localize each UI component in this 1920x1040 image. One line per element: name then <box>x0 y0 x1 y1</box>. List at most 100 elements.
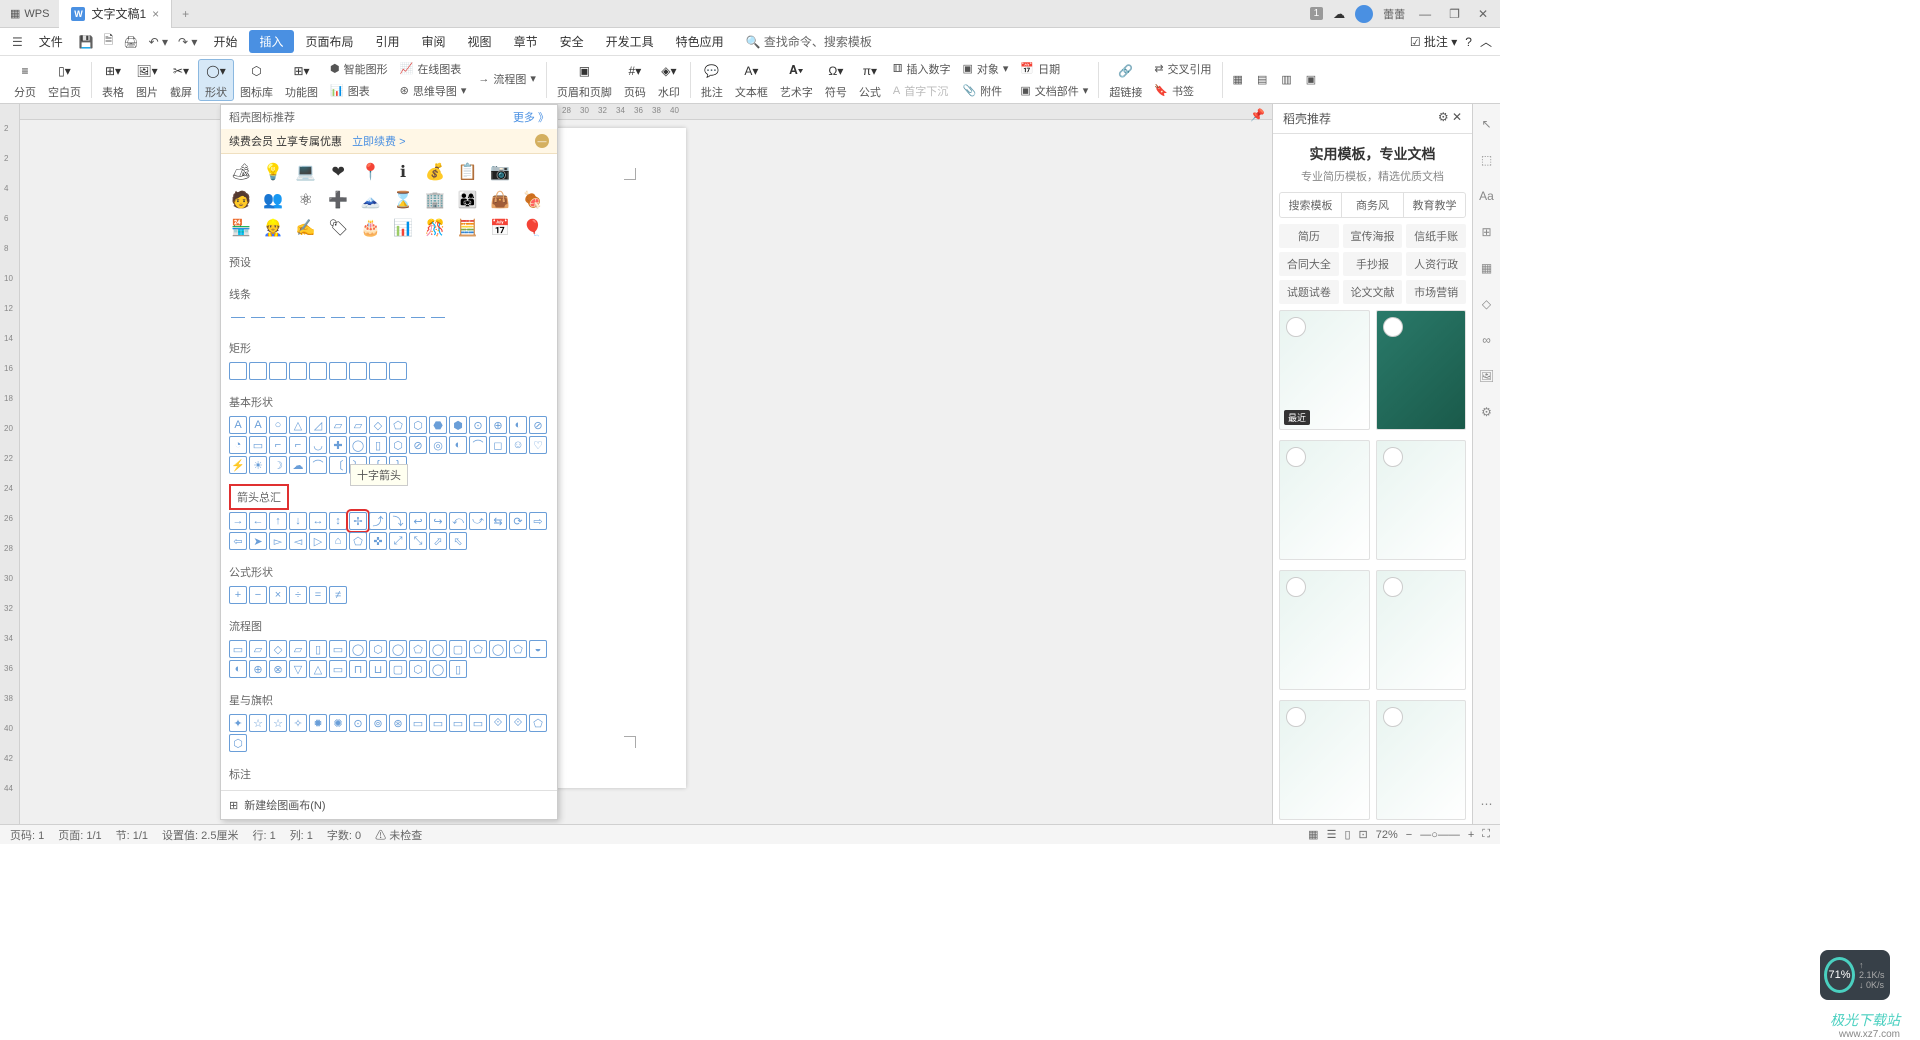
insert-number-button[interactable]: ⚅ 插入数字 <box>887 59 957 79</box>
shape-arrow[interactable]: ↓ <box>289 512 307 530</box>
screenshot-button[interactable]: ✂▾截屏 <box>164 60 198 100</box>
view-btn-1[interactable]: ▦ <box>1308 828 1318 841</box>
shape-basic[interactable]: A <box>249 416 267 434</box>
shape-basic[interactable]: ⌐ <box>269 436 287 454</box>
shape-arrow[interactable]: ⤢ <box>389 532 407 550</box>
shape-line[interactable] <box>429 308 447 326</box>
shape-flow[interactable]: ◇ <box>269 640 287 658</box>
cross-ref-button[interactable]: ⇄ 交叉引用 <box>1148 59 1217 79</box>
shape-arrow[interactable]: ← <box>249 512 267 530</box>
shape-star[interactable]: ✦ <box>229 714 247 732</box>
shape-basic[interactable]: ⬣ <box>429 416 447 434</box>
promo-close-icon[interactable]: — <box>535 134 549 148</box>
icon-item[interactable]: 📊 <box>391 216 415 240</box>
cat-item[interactable]: 试题试卷 <box>1279 280 1339 304</box>
undo-icon[interactable]: ↶ ▾ <box>145 35 172 49</box>
shape-arrow[interactable]: ▻ <box>269 532 287 550</box>
status-chars[interactable]: 字数: 0 <box>327 827 361 843</box>
shape-formula[interactable]: − <box>249 586 267 604</box>
shape-basic[interactable]: ☁ <box>289 456 307 474</box>
shape-basic[interactable]: ☀ <box>249 456 267 474</box>
icon-item[interactable]: 🎊 <box>423 216 447 240</box>
page-break-button[interactable]: ≡分页 <box>8 60 42 100</box>
shape-star[interactable]: ⟐ <box>509 714 527 732</box>
shape-formula[interactable]: = <box>309 586 327 604</box>
redo-icon[interactable]: ↷ ▾ <box>174 35 201 49</box>
rt-link-icon[interactable]: ∞ <box>1477 330 1497 350</box>
panel-close-icon[interactable]: ✕ <box>1452 110 1462 124</box>
shape-basic[interactable]: ◿ <box>309 416 327 434</box>
view-btn-2[interactable]: ☰ <box>1327 828 1337 841</box>
shape-flow[interactable]: ◯ <box>389 640 407 658</box>
cat-item[interactable]: 论文文献 <box>1343 280 1403 304</box>
shape-basic[interactable]: ⊘ <box>409 436 427 454</box>
restore-button[interactable]: ❐ <box>1445 7 1464 21</box>
shape-basic[interactable]: ◇ <box>369 416 387 434</box>
symbol-button[interactable]: Ω▾符号 <box>819 60 853 100</box>
status-page[interactable]: 页码: 1 <box>10 827 44 843</box>
shape-arrow[interactable]: ⟳ <box>509 512 527 530</box>
cat-item[interactable]: 简历 <box>1279 224 1339 248</box>
collapse-ribbon-icon[interactable]: ︿ <box>1480 33 1492 50</box>
icon-item[interactable]: 📋 <box>456 160 480 184</box>
shape-basic[interactable]: ⊘ <box>529 416 547 434</box>
icon-item[interactable]: ⌛ <box>391 188 415 212</box>
document-area[interactable]: 68 1012 1416 1820 2224 2628 3032 3436 38… <box>20 104 1272 824</box>
template-thumb[interactable] <box>1279 570 1370 690</box>
rt-select-icon[interactable]: ⬚ <box>1477 150 1497 170</box>
view-mode-2[interactable]: ▤ <box>1251 71 1273 88</box>
attachment-button[interactable]: 📎 附件 <box>956 81 1014 101</box>
shape-flow[interactable]: ⊕ <box>249 660 267 678</box>
shape-basic[interactable]: ◐ <box>449 436 467 454</box>
shape-basic[interactable]: ◡ <box>309 436 327 454</box>
icon-item[interactable]: ✍ <box>294 216 318 240</box>
shape-flow[interactable]: ▢ <box>389 660 407 678</box>
rt-pointer-icon[interactable]: ↖ <box>1477 114 1497 134</box>
rt-image-icon[interactable]: 🖼 <box>1477 366 1497 386</box>
panel-tab[interactable]: 教育教学 <box>1404 193 1465 217</box>
date-button[interactable]: 📅 日期 <box>1014 59 1094 79</box>
icon-item[interactable]: 💡 <box>261 160 285 184</box>
shape-arrow[interactable]: ⇦ <box>229 532 247 550</box>
comment-button[interactable]: 💬批注 <box>695 60 729 100</box>
icon-item[interactable]: ℹ <box>391 160 415 184</box>
template-thumb[interactable] <box>1376 570 1467 690</box>
icon-item[interactable]: 👜 <box>488 188 512 212</box>
shape-arrow[interactable]: ⤴ <box>369 512 387 530</box>
cat-item[interactable]: 信纸手账 <box>1406 224 1466 248</box>
shape-line[interactable] <box>329 308 347 326</box>
menu-insert[interactable]: 插入 <box>249 30 293 53</box>
shape-star[interactable]: ☆ <box>269 714 287 732</box>
chart-button[interactable]: 📊 图表 <box>324 81 394 101</box>
mindmap-button[interactable]: ⊛ 思维导图 ▾ <box>394 81 473 101</box>
icon-item[interactable]: 👷 <box>261 216 285 240</box>
page-number-button[interactable]: #▾页码 <box>618 60 652 100</box>
shape-flow[interactable]: ◐ <box>229 660 247 678</box>
icon-item[interactable]: 📍 <box>359 160 383 184</box>
shape-arrow[interactable]: ⤡ <box>409 532 427 550</box>
shape-basic[interactable]: A <box>229 416 247 434</box>
shape-basic[interactable]: 〔 <box>329 456 347 474</box>
panel-tab[interactable]: 搜索模板 <box>1280 193 1342 217</box>
shape-arrow[interactable]: ⬠ <box>349 532 367 550</box>
rt-style-icon[interactable]: Aa <box>1477 186 1497 206</box>
cat-item[interactable]: 合同大全 <box>1279 252 1339 276</box>
doc-tab[interactable]: W 文字文稿1 × <box>59 0 172 28</box>
icon-item[interactable]: 💰 <box>423 160 447 184</box>
command-search[interactable]: 🔍 查找命令、搜索模板 <box>746 33 872 50</box>
doc-parts-button[interactable]: ▣ 文档部件 ▾ <box>1014 81 1094 101</box>
shape-line[interactable] <box>229 308 247 326</box>
shape-star[interactable]: ☆ <box>249 714 267 732</box>
template-thumb[interactable] <box>1279 440 1370 560</box>
view-mode-3[interactable]: ▥ <box>1275 71 1297 88</box>
shape-flow[interactable]: ▱ <box>289 640 307 658</box>
view-mode-1[interactable]: ▦ <box>1227 71 1249 88</box>
shape-arrow[interactable]: ⬁ <box>449 532 467 550</box>
file-menu[interactable]: 文件 <box>29 30 73 53</box>
shape-arrow[interactable]: → <box>229 512 247 530</box>
shape-basic[interactable]: ▱ <box>329 416 347 434</box>
icon-item[interactable]: ❤ <box>326 160 350 184</box>
shape-basic[interactable]: ▭ <box>249 436 267 454</box>
shape-flow[interactable]: ▽ <box>289 660 307 678</box>
panel-settings-icon[interactable]: ⚙ <box>1438 110 1449 124</box>
